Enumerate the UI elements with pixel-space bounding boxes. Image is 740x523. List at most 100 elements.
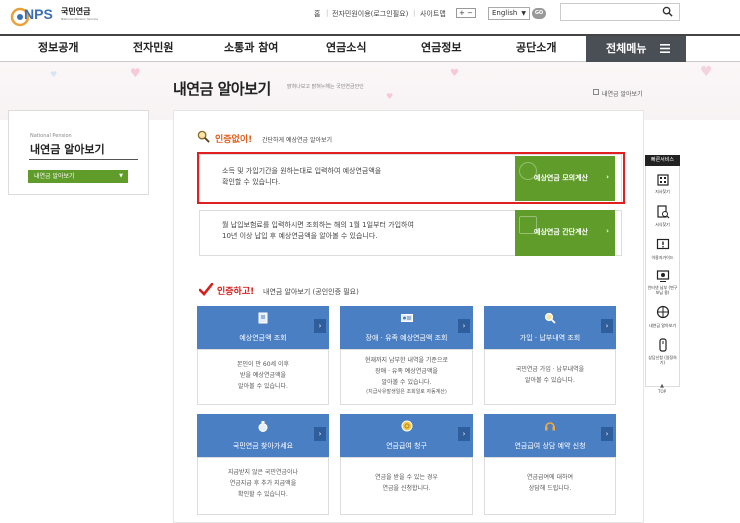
tile-line: 현재까지 납부한 내역을 기준으로	[364, 357, 448, 364]
sidebar-title: 내연금 알아보기	[30, 143, 105, 156]
nav-item-eservice[interactable]: 전자민원	[133, 39, 173, 55]
heart-icon: ♥	[130, 66, 141, 80]
document-icon	[258, 312, 268, 324]
tile-body: 연금을 받을 수 있는 경우 연금을 신청합니다.	[340, 457, 473, 515]
all-menu-label: 전체메뉴	[606, 42, 647, 55]
form-search-icon	[657, 205, 670, 219]
coin-icon	[401, 420, 412, 432]
tile-subscription-history[interactable]: 가입 · 납부내역 조회 ›	[484, 306, 616, 349]
nav-item-news[interactable]: 연금소식	[326, 39, 366, 55]
hamburger-icon	[660, 44, 670, 53]
quick-item-my-pension[interactable]: 내연금 알아보기	[646, 304, 679, 334]
go-button[interactable]: GO	[532, 8, 546, 19]
all-menu-button[interactable]: 전체메뉴	[586, 36, 686, 62]
money-bag-icon	[258, 421, 268, 432]
nav-item-pension-info[interactable]: 연금정보	[421, 39, 461, 55]
tile-note: (지급사유발생일은 조회일로 자동계산)	[366, 389, 447, 395]
nav-item-info[interactable]: 정보공개	[38, 39, 78, 55]
heart-icon: ♥	[700, 64, 713, 80]
util-home[interactable]: 홈	[314, 9, 320, 19]
magnifier-icon	[544, 312, 556, 324]
sidebar-divider	[29, 159, 138, 160]
util-login[interactable]: 전자민원이용(로그인필요)	[332, 9, 408, 19]
tile-title: 연금급여 상담 예약 신청	[514, 442, 586, 450]
nav-item-about[interactable]: 공단소개	[516, 39, 556, 55]
consult-icon	[659, 338, 667, 352]
building-icon	[657, 174, 669, 186]
breadcrumb[interactable]: 내연금 알아보기	[602, 89, 643, 98]
tile-line: 알아볼 수 있습니다.	[238, 383, 288, 390]
simple-calc-card-text: 월 납입보험료를 입력하시면 조회하는 해의 1월 1일부터 가입하여 10년 …	[222, 220, 414, 242]
chevron-right-icon: ›	[458, 319, 470, 333]
quick-item-label: 서식찾기	[655, 222, 670, 227]
chevron-right-icon: ›	[601, 319, 613, 333]
section1-desc: 간단하게 예상연금 알아보기	[262, 137, 333, 144]
language-select[interactable]: English ▼	[488, 7, 530, 20]
page-subtitle: 밝혀나보고 밝혀누해는 국민연금안인	[287, 84, 364, 90]
sidebar-english: National Pension	[30, 133, 72, 139]
quick-item-label: 내연금 알아보기	[648, 323, 677, 328]
tile-line: 알아볼 수 있습니다.	[381, 379, 432, 386]
tile-line: 지급받지 않은 국민연금이나	[227, 469, 299, 476]
heart-icon: ♥	[450, 68, 459, 79]
chevron-down-icon: ▼	[521, 10, 526, 17]
tile-consult-reservation[interactable]: 연금급여 상담 예약 신청 ›	[484, 414, 616, 457]
top-button[interactable]: ▲ TOP	[658, 383, 666, 394]
tile-benefit-claim[interactable]: 연금급여 청구 ›	[340, 414, 473, 457]
util-sitemap[interactable]: 사이트맵	[420, 9, 446, 19]
card-text-line: 10년 이상 납입 후 예상연금액을 알아볼 수 있습니다.	[222, 232, 378, 240]
tile-line: 받을 예상연금액을	[239, 372, 287, 379]
tile-find-pension[interactable]: 국민연금 찾아가세요 ›	[197, 414, 329, 457]
section2-label: 인증하고!	[217, 287, 255, 297]
checkmark-icon	[199, 283, 213, 296]
quick-item-label: 상담신청 (일정하기)	[648, 355, 677, 365]
tile-title: 가입 · 납부내역 조회	[519, 334, 581, 342]
tile-line: 연금지급 후 추가 지급액을	[229, 480, 297, 487]
nav-item-communication[interactable]: 소통과 참여	[224, 39, 278, 55]
chevron-right-icon: ›	[314, 319, 326, 333]
home-icon	[593, 89, 599, 95]
simple-calc-label: 예상연금 간단계산	[534, 228, 588, 236]
tile-line: 알아볼 수 있습니다.	[525, 377, 575, 384]
quick-item-label: 지사찾기	[655, 189, 670, 194]
sidebar-dropdown[interactable]: 내연금 알아보기 ▼	[28, 170, 128, 183]
quick-item-branch[interactable]: 지사찾기	[646, 170, 679, 200]
chevron-down-icon: ▼	[119, 173, 123, 179]
logo-text: NPS	[24, 6, 53, 22]
quick-item-consult[interactable]: 상담신청 (일정하기)	[646, 336, 679, 372]
pension-icon	[656, 305, 670, 319]
tile-line: 확인할 수 있습니다.	[238, 491, 288, 498]
id-card-icon	[400, 314, 413, 322]
tile-line: 상담해 드립니다.	[528, 485, 572, 492]
page-title: 내연금 알아보기	[173, 80, 271, 98]
nps-logo[interactable]: NPS 국민연금 National Pension Service	[10, 3, 100, 29]
tile-body: 현재까지 납부한 내역을 기준으로 장애 · 유족 예상연금액을 알아볼 수 있…	[340, 349, 473, 405]
tile-line: 연금을 받을 수 있는 경우	[375, 474, 438, 481]
card-text-line: 월 납입보험료를 입력하시면 조회하는 해의 1월 1일부터 가입하여	[222, 221, 414, 229]
tile-line: 연금을 신청합니다.	[382, 485, 431, 492]
heart-icon: ♥	[50, 70, 58, 79]
quick-item-forms[interactable]: 서식찾기	[646, 203, 679, 233]
chevron-right-icon: ›	[314, 427, 326, 441]
simple-calc-button[interactable]: 예상연금 간단계산 ›	[515, 210, 615, 256]
tile-title: 연금급여 청구	[386, 442, 427, 450]
tile-title: 예상연금액 조회	[239, 334, 287, 342]
util-divider: |	[413, 9, 416, 17]
tile-disability-survivor[interactable]: 장애 · 유족 예상연금액 조회 ›	[340, 306, 473, 349]
tile-expected-pension[interactable]: 예상연금액 조회 ›	[197, 306, 329, 349]
payment-icon	[656, 270, 670, 282]
tile-title: 국민연금 찾아가세요	[232, 442, 294, 450]
util-divider: |	[326, 9, 329, 17]
tile-body: 본인이 만 60세 이후 받을 예상연금액을 알아볼 수 있습니다.	[197, 349, 329, 405]
search-icon[interactable]	[662, 6, 673, 17]
tile-line: 국민연금 가입 · 납부내역을	[515, 366, 585, 373]
tile-line: 장애 · 유족 예상연금액을	[375, 368, 438, 375]
quick-item-guide[interactable]: 이용자가이드	[646, 236, 679, 266]
chevron-right-icon: ›	[458, 427, 470, 441]
chevron-right-icon: ›	[601, 427, 613, 441]
quick-item-payment[interactable]: 인터넷 납부 (변구보님 용)	[646, 268, 679, 301]
font-size-control[interactable]: + −	[456, 8, 476, 18]
tile-body: 연금급여에 대하여 상담해 드립니다.	[484, 457, 616, 515]
heart-icon: ♥	[386, 92, 394, 101]
tile-body: 지급받지 않은 국민연금이나 연금지급 후 추가 지급액을 확인할 수 있습니다…	[197, 457, 329, 515]
